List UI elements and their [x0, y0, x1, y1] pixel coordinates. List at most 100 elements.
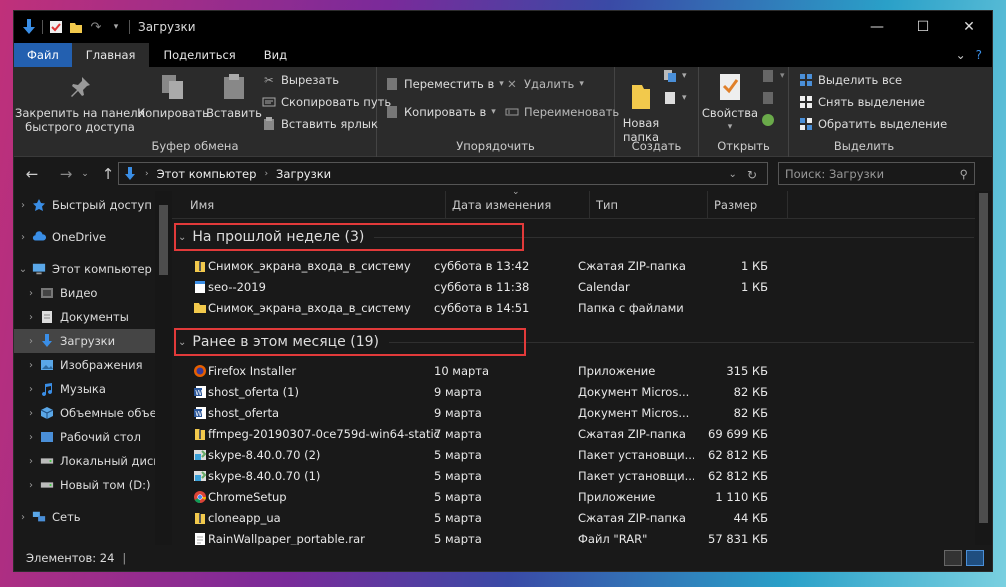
tab-home[interactable]: Главная — [71, 43, 150, 67]
history-button[interactable] — [761, 113, 775, 127]
file-type: Сжатая ZIP-папка — [578, 258, 686, 273]
select-none-button[interactable]: Снять выделение — [799, 95, 925, 109]
expanded-chevron-icon[interactable]: ⌄ — [14, 264, 32, 275]
invert-selection-button[interactable]: Обратить выделение — [799, 117, 947, 131]
new-folder-button[interactable]: Новая папка — [617, 81, 665, 144]
column-size[interactable]: Размер — [708, 191, 788, 219]
minimize-button[interactable]: — — [854, 11, 900, 43]
expand-chevron-icon[interactable]: › — [14, 232, 32, 243]
forward-button[interactable]: → — [54, 165, 78, 183]
sidebar-item[interactable]: › Видео — [14, 281, 172, 305]
navigation-pane: › Быстрый доступ › OneDrive ⌄ Этот компьютер ›… — [14, 191, 172, 545]
rename-button[interactable]: Переименовать — [505, 105, 619, 119]
address-bar[interactable]: › Этот компьютер › Загрузки ⌄ ↻ — [118, 162, 768, 185]
new-item-button[interactable]: ▾ — [663, 69, 687, 83]
details-view-icon[interactable] — [944, 550, 962, 566]
qat-dropdown-icon[interactable]: ▾ — [109, 20, 123, 34]
copy-to-button[interactable]: Копировать в ▾ — [385, 105, 496, 119]
file-type: Пакет установщи... — [578, 447, 694, 462]
expand-chevron-icon[interactable]: › — [14, 200, 32, 211]
properties-icon[interactable] — [49, 20, 63, 34]
sidebar-item[interactable]: › Сеть — [14, 505, 172, 529]
file-row[interactable]: Снимок_экрана_входа_в_систему суббота в 1… — [190, 255, 974, 276]
select-all-button[interactable]: Выделить все — [799, 73, 902, 87]
maximize-button[interactable]: ☐ — [900, 11, 946, 43]
file-row[interactable]: skype-8.40.0.70 (2) 5 марта Пакет установщ… — [190, 444, 974, 465]
move-to-button[interactable]: Переместить в ▾ — [385, 77, 504, 91]
expand-chevron-icon[interactable]: › — [22, 336, 40, 347]
cut-button[interactable]: ✂ Вырезать — [262, 73, 339, 87]
sidebar-item[interactable]: › Объемные объекты — [14, 401, 172, 425]
easy-access-button[interactable]: ▾ — [663, 91, 687, 105]
copy-label: Копировать — [137, 106, 209, 120]
file-row[interactable]: Wshost_oferta (1) 9 марта Документ Micros.… — [190, 381, 974, 402]
zip-icon — [193, 507, 207, 528]
file-row[interactable]: cloneapp_ua 5 марта Сжатая ZIP-папка 44 КБ — [190, 507, 974, 528]
sidebar-item[interactable]: › Документы — [14, 305, 172, 329]
content-scrollbar-thumb[interactable] — [979, 193, 988, 523]
file-row[interactable]: Снимок_экрана_входа_в_систему суббота в 1… — [190, 297, 974, 318]
file-row[interactable]: Wshost_oferta 9 марта Документ Micros... 82… — [190, 402, 974, 423]
sidebar-item[interactable]: ›Локальный диск (C:) — [14, 449, 172, 473]
delete-button[interactable]: ✕ Удалить ▾ — [505, 77, 584, 91]
view-switcher — [944, 550, 984, 566]
expand-chevron-icon[interactable]: › — [22, 384, 40, 395]
tab-share[interactable]: Поделиться — [149, 43, 249, 67]
open-button[interactable]: ▾ — [761, 69, 785, 83]
sidebar-item[interactable]: › Загрузки — [14, 329, 172, 353]
expand-chevron-icon[interactable]: › — [22, 456, 40, 467]
refresh-icon[interactable]: ↻ — [747, 168, 757, 182]
file-row[interactable]: Firefox Installer 10 марта Приложение 315 К… — [190, 360, 974, 381]
column-name[interactable]: Имя — [184, 191, 446, 219]
expand-chevron-icon[interactable]: › — [22, 312, 40, 323]
search-box[interactable]: Поиск: Загрузки ⚲ — [778, 162, 975, 185]
file-row[interactable]: skype-8.40.0.70 (1) 5 марта Пакет установщ… — [190, 465, 974, 486]
sidebar-item[interactable]: › Новый том (D:) — [14, 473, 172, 497]
copy-button[interactable]: Копировать — [137, 71, 209, 120]
pin-quick-access-button[interactable]: Закрепить на панели быстрого доступа — [15, 71, 145, 134]
properties-button[interactable]: Свойства ▾ — [701, 71, 759, 134]
help-icon[interactable]: ? — [976, 48, 982, 62]
expand-chevron-icon[interactable]: › — [14, 512, 32, 523]
breadcrumb-downloads[interactable]: Загрузки — [276, 167, 331, 181]
expand-chevron-icon[interactable]: › — [22, 432, 40, 443]
tiles-view-icon[interactable] — [966, 550, 984, 566]
recent-locations-button[interactable]: ⌄ — [78, 169, 92, 179]
sidebar-item[interactable]: › OneDrive — [14, 225, 172, 249]
collapse-ribbon-icon[interactable]: ⌄ — [956, 48, 966, 62]
copy-path-button[interactable]: Скопировать путь — [262, 95, 391, 109]
up-button[interactable]: ↑ — [96, 165, 120, 183]
column-type[interactable]: Тип — [590, 191, 708, 219]
sidebar-scrollbar-thumb[interactable] — [159, 205, 168, 275]
sidebar-item[interactable]: › Рабочий стол — [14, 425, 172, 449]
paste-button[interactable]: Вставить — [206, 71, 262, 120]
expand-chevron-icon[interactable]: › — [22, 360, 40, 371]
tab-file[interactable]: Файл — [14, 43, 72, 67]
select-all-icon — [799, 73, 813, 87]
new-folder-icon[interactable] — [69, 20, 83, 34]
edit-button[interactable] — [761, 91, 775, 105]
sidebar-scrollbar[interactable] — [155, 191, 172, 545]
expand-chevron-icon[interactable]: › — [22, 288, 40, 299]
easy-access-icon — [663, 91, 677, 105]
sidebar-item[interactable]: › Музыка — [14, 377, 172, 401]
sidebar-item[interactable]: › Быстрый доступ — [14, 193, 172, 217]
divider — [42, 20, 43, 34]
pin-label: Закрепить на панели быстрого доступа — [14, 106, 146, 134]
expand-chevron-icon[interactable]: › — [22, 408, 40, 419]
sidebar-item[interactable]: ⌄ Этот компьютер — [14, 257, 172, 281]
tab-view[interactable]: Вид — [250, 43, 301, 67]
file-row[interactable]: seo--2019 суббота в 11:38 Calendar 1 КБ — [190, 276, 974, 297]
invert-selection-icon — [799, 117, 813, 131]
undo-icon[interactable]: ↷ — [89, 20, 103, 35]
file-row[interactable]: ffmpeg-20190307-0ce759d-win64-static 7 ма… — [190, 423, 974, 444]
file-row[interactable]: ChromeSetup 5 марта Приложение 1 110 КБ — [190, 486, 974, 507]
address-dropdown-icon[interactable]: ⌄ — [729, 169, 737, 180]
paste-shortcut-button[interactable]: Вставить ярлык — [262, 117, 378, 131]
sidebar-item[interactable]: › Изображения — [14, 353, 172, 377]
content-scrollbar[interactable] — [975, 191, 992, 545]
breadcrumb-this-pc[interactable]: Этот компьютер — [157, 167, 257, 181]
back-button[interactable]: ← — [20, 165, 44, 183]
close-button[interactable]: ✕ — [946, 11, 992, 43]
expand-chevron-icon[interactable]: › — [22, 480, 40, 491]
